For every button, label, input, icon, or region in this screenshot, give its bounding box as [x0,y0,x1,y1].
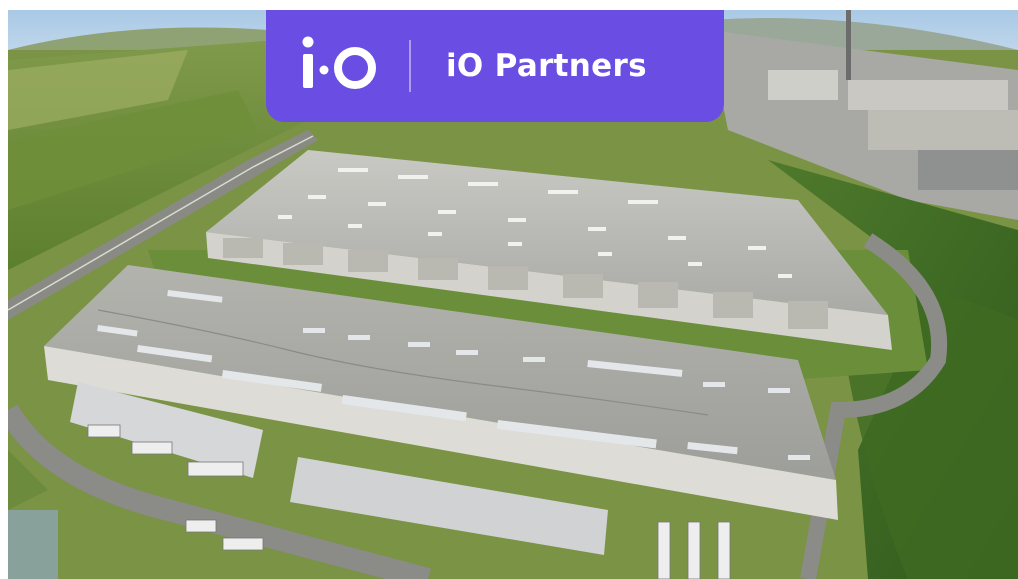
io-logo-icon [300,32,380,94]
brand-name: iO Partners [446,48,647,84]
brand-banner: iO Partners [266,10,724,122]
banner-divider [409,40,411,92]
